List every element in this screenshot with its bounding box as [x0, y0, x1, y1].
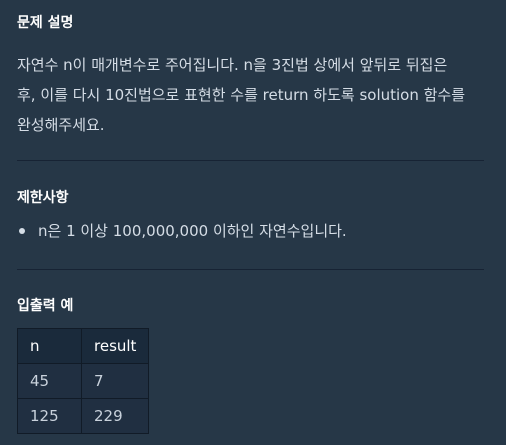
examples-heading: 입출력 예 [17, 298, 74, 314]
column-header-result: result [80, 328, 150, 364]
table-cell-n: 45 [17, 363, 82, 399]
description-line: 후, 이를 다시 10진법으로 표현한 수를 return 하도록 soluti… [17, 86, 466, 104]
section-divider [17, 269, 484, 270]
description-line: 완성해주세요. [17, 116, 105, 134]
table-cell-result: 229 [80, 398, 150, 434]
table-row: 45 7 [17, 363, 150, 399]
table-row: 125 229 [17, 398, 150, 434]
section-divider [17, 160, 484, 161]
examples-table: n result 45 7 125 229 [17, 328, 150, 434]
table-cell-n: 125 [17, 398, 82, 434]
table-cell-result: 7 [80, 363, 150, 399]
column-header-n: n [17, 328, 82, 364]
problem-description: 자연수 n이 매개변수로 주어집니다. n을 3진법 상에서 앞뒤로 뒤집은 후… [17, 50, 487, 140]
problem-panel: 문제 설명 자연수 n이 매개변수로 주어집니다. n을 3진법 상에서 앞뒤로… [0, 0, 506, 445]
problem-description-heading: 문제 설명 [17, 15, 74, 31]
table-header-row: n result [17, 328, 150, 364]
description-line: 자연수 n이 매개변수로 주어집니다. n을 3진법 상에서 앞뒤로 뒤집은 [17, 56, 448, 74]
constraint-text: n은 1 이상 100,000,000 이하인 자연수입니다. [38, 222, 347, 240]
constraints-heading: 제한사항 [17, 190, 69, 206]
constraint-item: n은 1 이상 100,000,000 이하인 자연수입니다. [19, 219, 347, 243]
bullet-icon [19, 228, 25, 234]
